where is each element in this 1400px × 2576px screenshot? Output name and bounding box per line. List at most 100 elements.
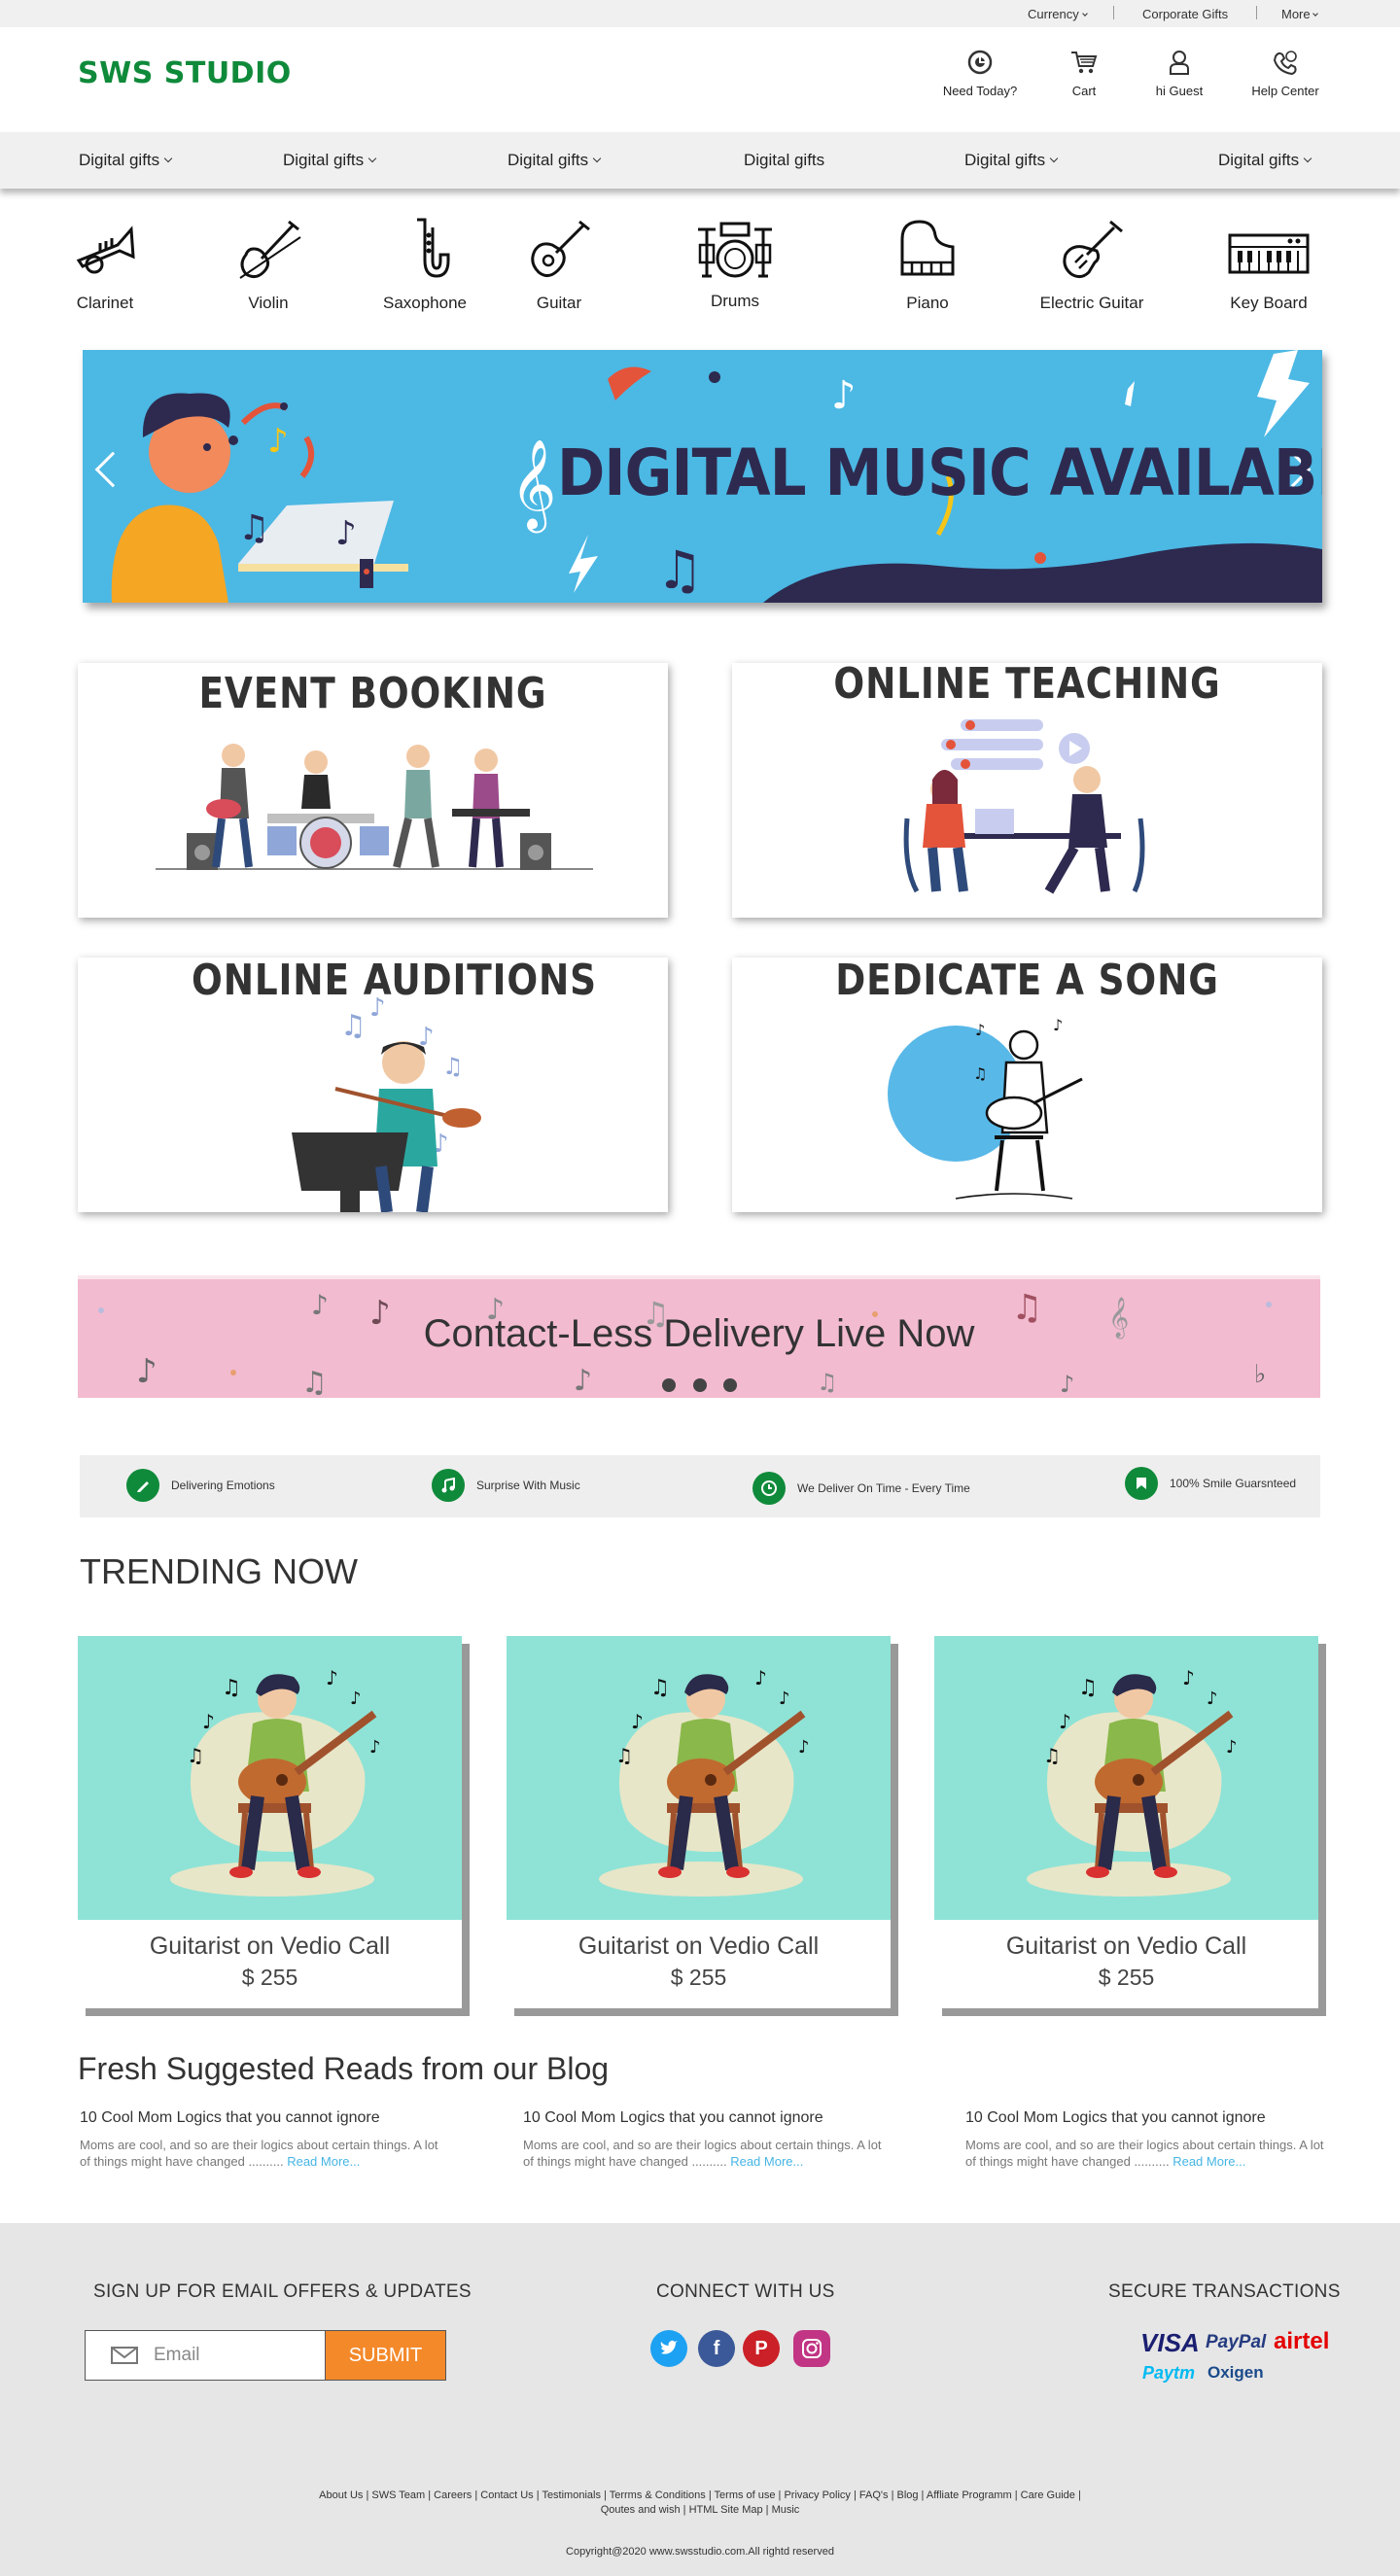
more-menu[interactable]: More — [1281, 7, 1318, 21]
svg-text:♪: ♪ — [798, 1737, 810, 1758]
instrument-saxophone[interactable]: Saxophone — [367, 216, 483, 313]
instrument-label: Drums — [710, 292, 760, 310]
blog-post-description: Moms are cool, and so are their logics a… — [523, 2138, 882, 2169]
nav-item-label: Digital gifts — [283, 151, 365, 169]
mail-icon — [111, 2347, 138, 2364]
svg-text:𝄞: 𝄞 — [510, 438, 556, 533]
nav-item-digital-gifts[interactable]: Digital gifts — [79, 151, 173, 170]
divider — [1113, 6, 1114, 19]
carousel-dot[interactable] — [662, 1378, 676, 1392]
footer-links-line2[interactable]: Qoutes and wish | HTML Site Map | Music — [243, 2503, 1157, 2518]
nav-item-digital-gifts[interactable]: Digital gifts — [283, 151, 377, 170]
nav-item-digital-gifts[interactable]: Digital gifts — [508, 151, 602, 170]
utility-bar: Currency Corporate Gifts More — [0, 0, 1400, 27]
product-name: Guitarist on Vedio Call — [578, 1932, 820, 1960]
delivery-headline: Contact-Less Delivery Live Now — [423, 1312, 975, 1355]
blog-post[interactable]: 10 Cool Mom Logics that you cannot ignor… — [965, 2109, 1335, 2170]
currency-menu[interactable]: Currency — [1028, 7, 1088, 21]
svg-text:♫: ♫ — [222, 1676, 241, 1700]
piano-icon — [900, 220, 955, 276]
blog-post-title[interactable]: 10 Cool Mom Logics that you cannot ignor… — [965, 2109, 1335, 2127]
cart-button[interactable]: Cart — [1031, 49, 1138, 98]
svg-text:♫: ♫ — [301, 1366, 328, 1398]
svg-text:♫: ♫ — [656, 540, 703, 601]
instrument-keyboard[interactable]: Key Board — [1210, 216, 1327, 313]
cart-label: Cart — [1071, 84, 1097, 98]
blog-post-description: Moms are cool, and so are their logics a… — [965, 2138, 1324, 2169]
read-more-link[interactable]: Read More... — [287, 2154, 360, 2169]
product-card[interactable]: ♫ ♪ ♪ ♪ ♪ ♫ Guitarist on Vedio Call $ 25… — [507, 1636, 891, 2008]
instrument-clarinet[interactable]: Clarinet — [47, 216, 163, 313]
blog-post-excerpt: Moms are cool, and so are their logics a… — [80, 2137, 449, 2170]
music-note-icon — [432, 1469, 465, 1502]
violin-icon — [239, 220, 301, 279]
more-label: More — [1281, 7, 1311, 21]
read-more-link[interactable]: Read More... — [730, 2154, 803, 2169]
facebook-icon[interactable]: f — [698, 2330, 735, 2367]
chevron-down-icon — [368, 154, 377, 163]
airtel-logo: airtel — [1274, 2328, 1330, 2354]
need-today-button[interactable]: Need Today? — [927, 49, 1033, 98]
divider — [1256, 6, 1257, 19]
main-nav: Digital gifts Digital gifts Digital gift… — [0, 132, 1400, 189]
instrument-violin[interactable]: Violin — [210, 216, 327, 313]
paytm-logo: Paytm — [1142, 2363, 1196, 2383]
product-card[interactable]: ♫ ♪ ♪ ♪ ♪ ♫ Guitarist on Vedio Call $ 25… — [934, 1636, 1318, 2008]
carousel-dot[interactable] — [693, 1378, 707, 1392]
instrument-electric-guitar[interactable]: Electric Guitar — [1033, 216, 1150, 313]
corporate-gifts-link[interactable]: Corporate Gifts — [1142, 7, 1228, 21]
signup-heading: SIGN UP FOR EMAIL OFFERS & UPDATES — [93, 2281, 472, 2302]
submit-button[interactable]: SUBMIT — [325, 2330, 446, 2381]
help-center-button[interactable]: Help Center — [1232, 49, 1339, 98]
instrument-drums[interactable]: Drums — [677, 216, 793, 311]
account-button[interactable]: hi Guest — [1126, 49, 1233, 98]
site-logo[interactable]: SWS STUDIO — [78, 56, 292, 90]
footer-links[interactable]: About Us | SWS Team | Careers | Contact … — [243, 2489, 1157, 2518]
phone-help-icon — [1273, 51, 1297, 76]
svg-text:♪: ♪ — [1059, 1710, 1071, 1733]
instrument-piano[interactable]: Piano — [869, 216, 986, 313]
svg-text:♫: ♫ — [340, 1009, 367, 1043]
read-more-link[interactable]: Read More... — [1172, 2154, 1245, 2169]
blog-post[interactable]: 10 Cool Mom Logics that you cannot ignor… — [523, 2109, 892, 2170]
nav-item-digital-gifts[interactable]: Digital gifts — [744, 151, 824, 170]
teaching-illustration — [903, 719, 1145, 894]
blog-post-title[interactable]: 10 Cool Mom Logics that you cannot ignor… — [80, 2109, 449, 2127]
nav-item-label: Digital gifts — [964, 151, 1046, 169]
twitter-icon[interactable] — [650, 2330, 687, 2367]
blog-post-description: Moms are cool, and so are their logics a… — [80, 2138, 438, 2169]
cart-icon — [1071, 52, 1098, 74]
blog-post-title[interactable]: 10 Cool Mom Logics that you cannot ignor… — [523, 2109, 892, 2127]
product-price: $ 255 — [241, 1965, 298, 1990]
instrument-guitar[interactable]: Guitar — [501, 216, 617, 313]
page: Currency Corporate Gifts More SWS STUDIO… — [0, 0, 1400, 2576]
guest-label: hi Guest — [1155, 84, 1204, 98]
hero-banner[interactable]: ♪ ♫ 𝄞 ♪ ♫ ♪ DIGITAL MUSIC AVAILABLE — [83, 350, 1322, 603]
nav-item-digital-gifts[interactable]: Digital gifts — [1218, 151, 1312, 170]
electric-guitar-icon — [1063, 220, 1123, 279]
clock-icon — [967, 50, 993, 75]
product-price: $ 255 — [670, 1965, 727, 1990]
nav-item-digital-gifts[interactable]: Digital gifts — [964, 151, 1059, 170]
instrument-label: Guitar — [536, 294, 582, 312]
chevron-down-icon — [1312, 11, 1318, 17]
instagram-icon[interactable] — [793, 2330, 830, 2367]
clock-icon — [752, 1472, 786, 1505]
instrument-label: Electric Guitar — [1039, 294, 1144, 312]
badge-icon — [1125, 1467, 1158, 1500]
blog-post[interactable]: 10 Cool Mom Logics that you cannot ignor… — [80, 2109, 449, 2170]
pinterest-icon[interactable]: P — [743, 2330, 780, 2367]
footer-links-line1[interactable]: About Us | SWS Team | Careers | Contact … — [243, 2489, 1157, 2503]
svg-text:♫: ♫ — [442, 1053, 464, 1080]
chevron-down-icon — [1049, 154, 1059, 163]
service-card-online-teaching[interactable]: ONLINE TEACHING — [732, 663, 1322, 918]
nav-item-label: Digital gifts — [508, 151, 589, 169]
product-image: ♫ ♪ ♪ ♪ ♪ ♫ — [507, 1636, 891, 1920]
service-card-online-auditions[interactable]: ONLINE AUDITIONS ♫ ♪ ♪ ♫ ♪ — [78, 957, 668, 1212]
carousel-dot[interactable] — [723, 1378, 737, 1392]
chevron-down-icon — [1081, 11, 1088, 17]
product-card[interactable]: ♫ ♪ ♪ ♪ ♪ ♫ Guitarist on Vedio Call $ 25… — [78, 1636, 462, 2008]
email-field[interactable]: Email — [85, 2330, 326, 2381]
service-card-dedicate-a-song[interactable]: DEDICATE A SONG ♪ ♪ ♫ — [732, 957, 1322, 1212]
service-card-event-booking[interactable]: EVENT BOOKING — [78, 663, 668, 918]
